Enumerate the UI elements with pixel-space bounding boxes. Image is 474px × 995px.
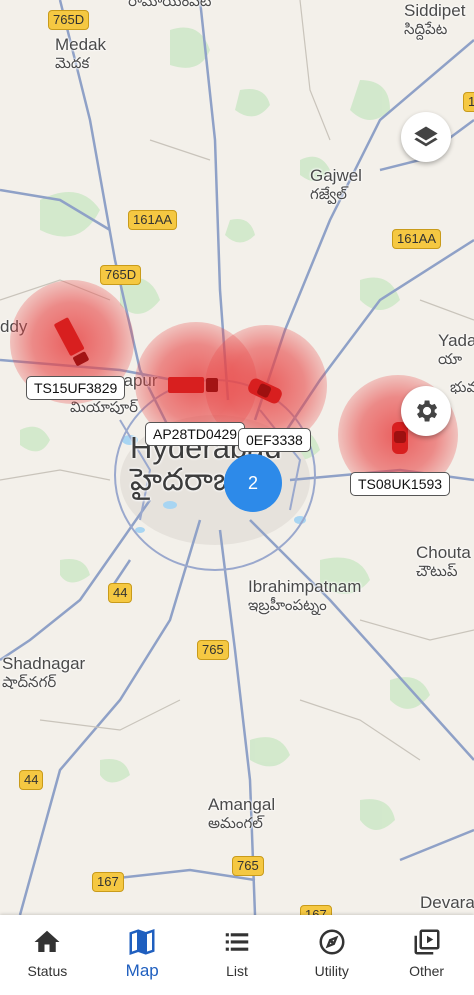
place-label-ibrahimpatnam: Ibrahimpatnam ఇబ్రహీంపట్నం bbox=[248, 577, 362, 615]
place-label-bhuvana: భువన bbox=[450, 379, 474, 396]
vehicle-plate-label[interactable]: TS15UF3829 bbox=[26, 376, 126, 400]
place-label-amangal: Amangal అమంగల్ bbox=[208, 795, 276, 833]
route-shield: 161AA bbox=[128, 210, 178, 230]
place-label-gajwel: Gajwel గజ్వేల్ bbox=[310, 166, 362, 204]
layers-icon bbox=[414, 126, 438, 147]
route-shield: 161AA bbox=[392, 229, 442, 249]
map-icon bbox=[129, 929, 155, 955]
place-label-ramayampet: రామాయంపేట bbox=[128, 0, 212, 10]
tab-other[interactable]: Other bbox=[379, 915, 474, 995]
route-shield: 765D bbox=[48, 10, 90, 30]
tab-utility[interactable]: Utility bbox=[284, 915, 379, 995]
vehicle-plate-label[interactable]: TS08UK1593 bbox=[350, 472, 451, 496]
route-shield: 167 bbox=[300, 905, 332, 915]
tab-label: List bbox=[226, 963, 248, 979]
place-label-devara: Devara bbox=[420, 893, 474, 912]
vehicle-plate-label[interactable]: AP28TD0429 bbox=[145, 422, 246, 446]
tab-status[interactable]: Status bbox=[0, 915, 95, 995]
route-shield: 765 bbox=[197, 640, 229, 660]
home-icon bbox=[34, 930, 60, 952]
tab-label: Utility bbox=[314, 963, 349, 979]
layers-button[interactable] bbox=[401, 112, 451, 162]
tab-label: Status bbox=[27, 963, 68, 979]
map-view[interactable]: Medak మెదక రామాయంపేట Siddipet సిద్దిపేట Ga… bbox=[0, 0, 474, 915]
place-label-medak: Medak మెదక bbox=[55, 35, 107, 73]
place-label-shadnagar: Shadnagar షాద్‌నగర్ bbox=[2, 654, 86, 692]
bottom-navigation: Status Map List Utility Other bbox=[0, 915, 474, 995]
gear-icon bbox=[417, 400, 438, 422]
truck-marker-icon[interactable] bbox=[166, 372, 222, 398]
video-library-icon bbox=[414, 929, 440, 955]
route-shield: 167 bbox=[92, 872, 124, 892]
route-shield: 44 bbox=[108, 583, 133, 603]
tab-map[interactable]: Map bbox=[95, 915, 190, 995]
place-label-yada: Yada యా bbox=[438, 331, 474, 369]
settings-button[interactable] bbox=[401, 386, 451, 436]
vehicle-plate-label[interactable]: 0EF3338 bbox=[238, 428, 311, 452]
route-shield: 44 bbox=[19, 770, 44, 790]
list-icon bbox=[225, 933, 249, 951]
tab-label: Other bbox=[409, 963, 445, 979]
compass-icon bbox=[319, 929, 345, 955]
tab-label: Map bbox=[125, 961, 159, 980]
vehicle-cluster-marker[interactable]: 2 bbox=[224, 454, 282, 512]
place-label-siddipet: Siddipet సిద్దిపేట bbox=[404, 1, 466, 39]
truck-marker-icon[interactable] bbox=[52, 312, 92, 372]
route-shield: 765 bbox=[232, 856, 264, 876]
route-shield: 765D bbox=[100, 265, 142, 285]
car-marker-icon[interactable] bbox=[244, 376, 286, 406]
route-shield: 161 bbox=[463, 92, 474, 112]
place-label-chouta: Chouta చౌటుప్ bbox=[416, 543, 471, 581]
tab-list[interactable]: List bbox=[190, 915, 285, 995]
